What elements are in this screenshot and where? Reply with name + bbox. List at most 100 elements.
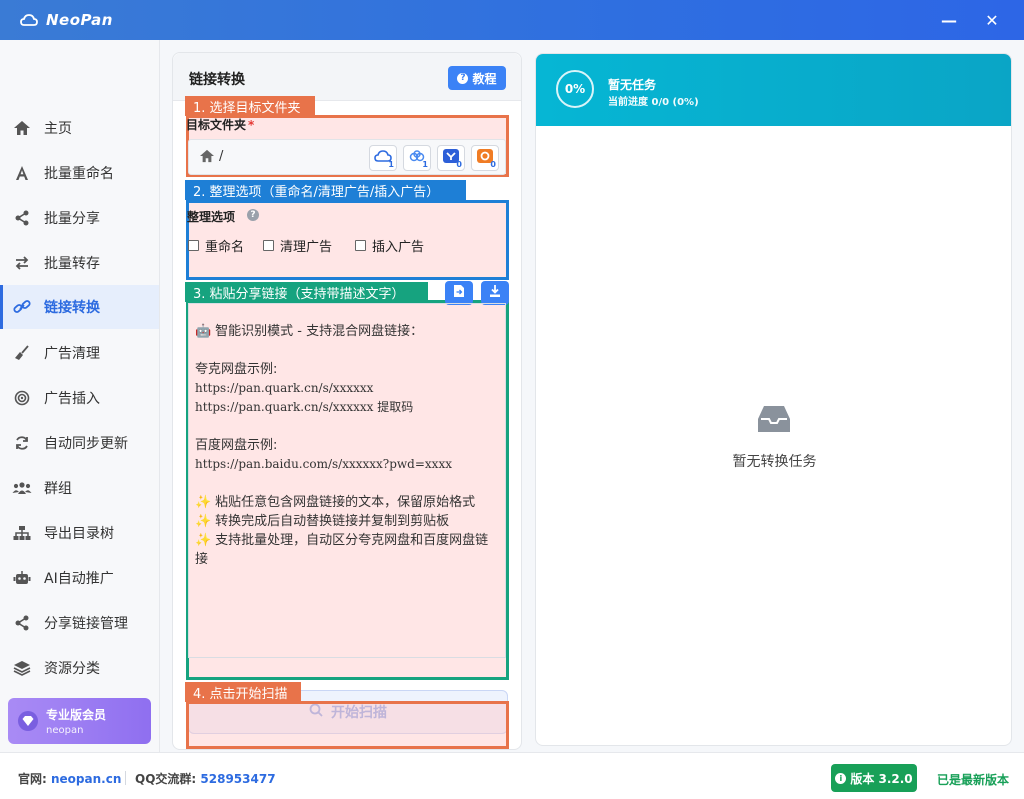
- sidebar-item-auto-sync[interactable]: 自动同步更新: [0, 421, 159, 465]
- folder-path: /: [219, 149, 224, 164]
- help-icon[interactable]: ?: [247, 209, 259, 221]
- sidebar-item-label: 资源分类: [44, 661, 100, 677]
- qq-info: QQ交流群: 528953477: [135, 770, 276, 787]
- clean-ads-checkbox[interactable]: 清理广告: [263, 236, 332, 255]
- close-button[interactable]: ✕: [980, 8, 1004, 32]
- insert-ads-checkbox[interactable]: 插入广告: [355, 236, 424, 255]
- textarea-intro: 智能识别模式 - 支持混合网盘链接：: [215, 324, 424, 339]
- disk-count: 0: [490, 160, 496, 169]
- sidebar-item-link-convert[interactable]: 链接转换: [0, 285, 159, 329]
- quark-disk-button[interactable]: 1: [369, 145, 397, 171]
- app-title: NeoPan: [46, 11, 113, 29]
- site-link[interactable]: neopan.cn: [51, 772, 121, 786]
- quark-example-link2: https://pan.quark.cn/s/xxxxxx 提取码: [195, 400, 414, 414]
- sidebar-item-group[interactable]: 群组: [0, 466, 159, 510]
- latest-version-text: 已是最新版本: [937, 773, 1010, 787]
- step4-highlight: [186, 701, 509, 749]
- clean-ads-label: 清理广告: [280, 240, 333, 255]
- rename-label: 重命名: [205, 240, 245, 255]
- inbox-icon: [757, 404, 791, 434]
- share-link-textarea[interactable]: 🤖 智能识别模式 - 支持混合网盘链接： 夸克网盘示例: https://pan…: [188, 303, 506, 658]
- sidebar-item-batch-transfer[interactable]: 批量转存: [0, 241, 159, 285]
- home-icon: [12, 118, 32, 138]
- panel-header: 链接转换 ? 教程: [173, 53, 521, 101]
- tutorial-label: 教程: [472, 71, 497, 86]
- group-icon: [12, 478, 32, 498]
- layers-icon: [12, 658, 32, 678]
- sidebar-item-label: AI自动推广: [44, 571, 114, 587]
- disk-count: 1: [422, 160, 428, 169]
- tree-icon: [12, 523, 32, 543]
- download-button[interactable]: [481, 281, 509, 305]
- member-card[interactable]: 专业版会员 neopan: [8, 698, 151, 744]
- uc-disk-button[interactable]: 0: [471, 145, 499, 171]
- sidebar-item-home[interactable]: 主页: [0, 106, 159, 150]
- sidebar-item-label: 广告清理: [44, 346, 100, 362]
- sidebar-item-label: 群组: [44, 481, 72, 497]
- checkbox-box[interactable]: [355, 240, 366, 251]
- sidebar-item-ad-clean[interactable]: 广告清理: [0, 331, 159, 375]
- sidebar-item-resource-category[interactable]: 资源分类: [0, 646, 159, 690]
- task-title: 暂无任务: [608, 78, 657, 92]
- site-label: 官网:: [18, 772, 47, 786]
- panel-title: 链接转换: [189, 72, 245, 88]
- robot-icon: [12, 568, 32, 588]
- file-import-icon: [453, 284, 465, 302]
- site-info: 官网: neopan.cn: [18, 770, 121, 787]
- baidu-example-link: https://pan.baidu.com/s/xxxxxx?pwd=xxxx: [195, 457, 452, 471]
- rename-checkbox[interactable]: 重命名: [188, 236, 244, 255]
- member-title: 专业版会员: [46, 708, 107, 722]
- disk-count: 1: [388, 160, 394, 169]
- checkbox-box[interactable]: [188, 240, 199, 251]
- sidebar-item-batch-share[interactable]: 批量分享: [0, 196, 159, 240]
- sidebar-item-label: 主页: [44, 121, 72, 137]
- footer-divider: [125, 771, 126, 785]
- robot-icon: 🤖: [195, 324, 212, 339]
- transfer-icon: [12, 253, 32, 273]
- task-header: 0% 暂无任务 当前进度 0/0 (0%): [536, 54, 1011, 126]
- checkbox-box[interactable]: [263, 240, 274, 251]
- target-icon: [12, 388, 32, 408]
- diamond-icon: [18, 711, 38, 731]
- import-file-button[interactable]: [445, 281, 473, 305]
- sidebar: 主页 批量重命名 批量分享 批量转存 链接转换 广告清理 广告插入 自动同步更新…: [0, 40, 160, 752]
- sidebar-item-label: 链接转换: [44, 300, 100, 316]
- sparkle-icon: ✨: [195, 514, 212, 529]
- download-icon: [489, 284, 501, 302]
- folder-selector[interactable]: / 1 1 0 0: [188, 139, 506, 175]
- qq-link[interactable]: 528953477: [200, 772, 275, 786]
- textarea-tip3: 支持批量处理，自动区分夸克网盘和百度网盘链接: [195, 533, 489, 567]
- minimize-button[interactable]: —: [937, 8, 961, 32]
- sidebar-item-label: 批量重命名: [44, 166, 114, 182]
- insert-ads-label: 插入广告: [372, 240, 425, 255]
- sidebar-item-ai-promote[interactable]: AI自动推广: [0, 556, 159, 600]
- tianyi-disk-button[interactable]: 0: [437, 145, 465, 171]
- sidebar-item-ad-insert[interactable]: 广告插入: [0, 376, 159, 420]
- tutorial-button[interactable]: ? 教程: [448, 66, 506, 90]
- share-icon: [12, 613, 32, 633]
- step1-label: 1. 选择目标文件夹: [185, 96, 315, 116]
- title-bar: NeoPan — ✕: [0, 0, 1024, 40]
- baidu-example-title: 百度网盘示例:: [195, 438, 278, 453]
- version-badge[interactable]: i 版本 3.2.0: [831, 764, 917, 792]
- quark-example-link1: https://pan.quark.cn/s/xxxxxx: [195, 381, 374, 395]
- textarea-tip1: 粘贴任意包含网盘链接的文本，保留原始格式: [215, 495, 476, 510]
- required-mark: *: [248, 118, 255, 132]
- link-icon: [12, 297, 32, 317]
- sidebar-item-batch-rename[interactable]: 批量重命名: [0, 151, 159, 195]
- font-icon: [12, 163, 32, 183]
- empty-task-text: 暂无转换任务: [732, 454, 817, 470]
- baidu-disk-button[interactable]: 1: [403, 145, 431, 171]
- info-icon: i: [835, 772, 847, 784]
- sidebar-item-label: 自动同步更新: [44, 436, 128, 452]
- sidebar-item-label: 分享链接管理: [44, 616, 128, 632]
- disk-count: 0: [456, 160, 462, 169]
- step2-label: 2. 整理选项（重命名/清理广告/插入广告）: [185, 180, 466, 200]
- options-label: 整理选项: [187, 210, 236, 224]
- sidebar-item-label: 导出目录树: [44, 526, 114, 542]
- footer: 官网: neopan.cn QQ交流群: 528953477 i 版本 3.2.…: [0, 752, 1024, 799]
- qq-label: QQ交流群:: [135, 772, 197, 786]
- target-folder-label: 目标文件夹 *: [186, 116, 254, 133]
- sidebar-item-share-manage[interactable]: 分享链接管理: [0, 601, 159, 645]
- sidebar-item-export-tree[interactable]: 导出目录树: [0, 511, 159, 555]
